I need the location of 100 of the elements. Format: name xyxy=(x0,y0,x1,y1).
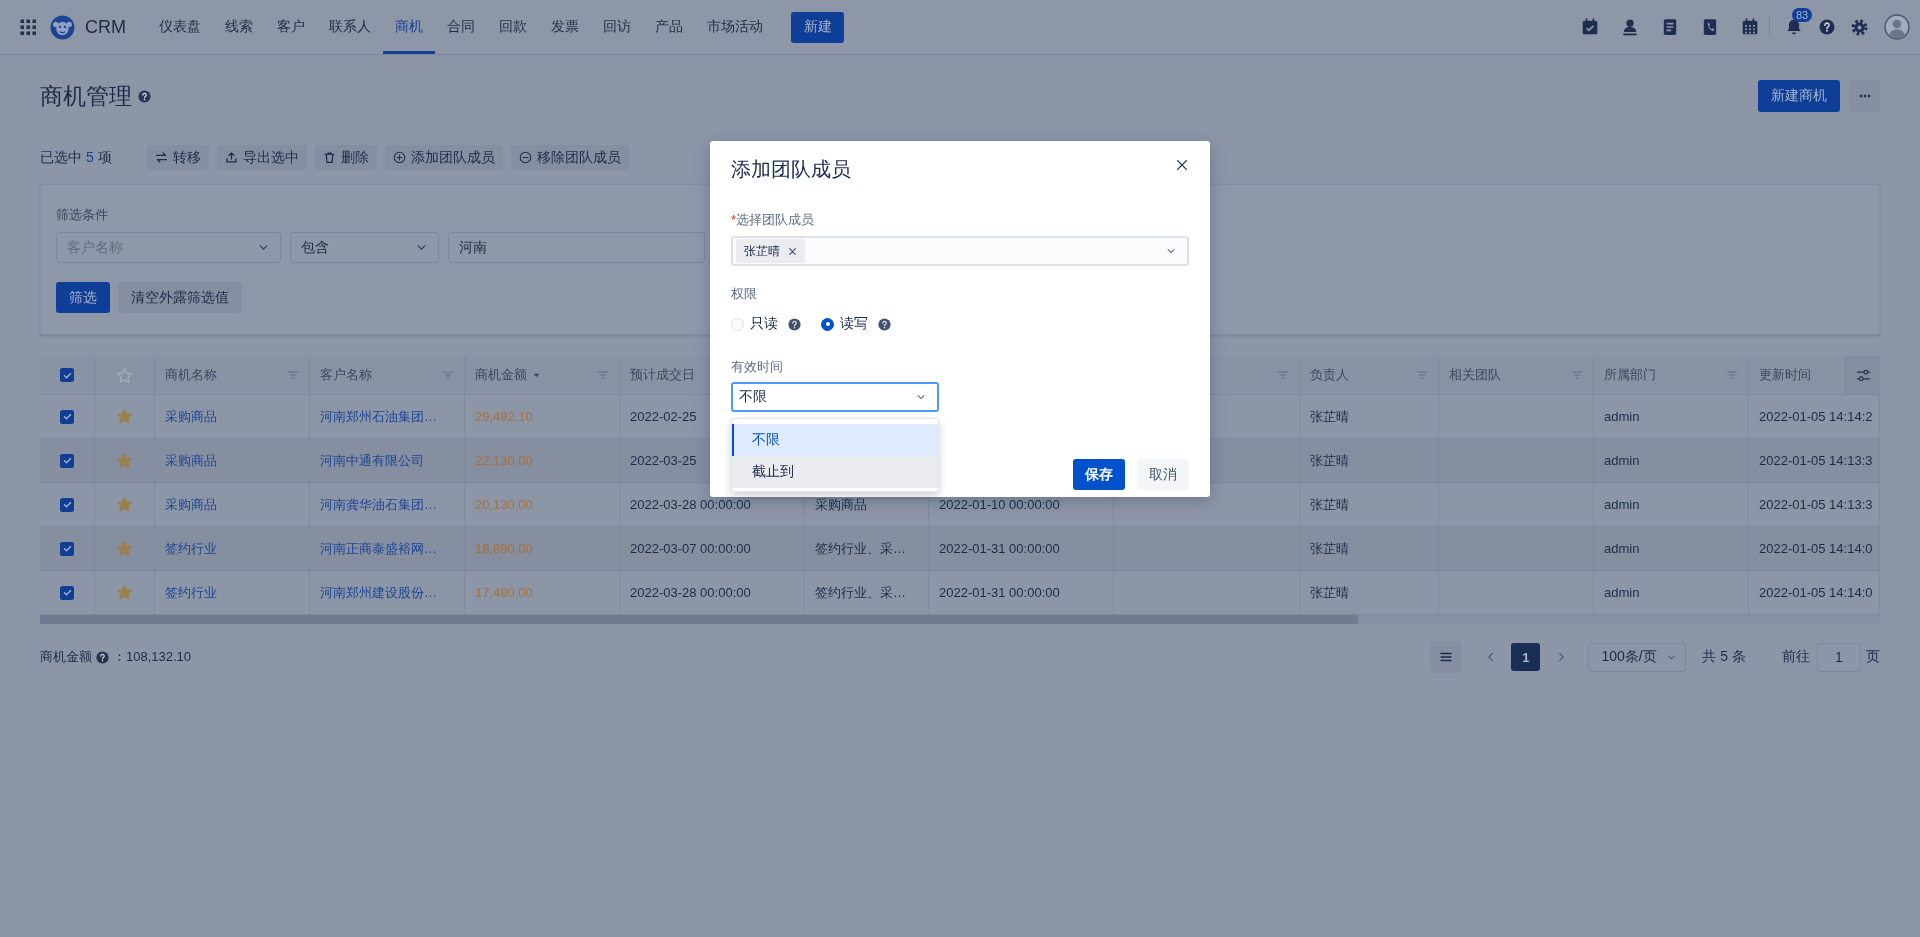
star-outline-icon[interactable] xyxy=(116,366,133,384)
document-icon[interactable] xyxy=(1661,18,1679,36)
select-all-checkbox[interactable] xyxy=(60,368,74,382)
member-select-field[interactable]: 张芷晴 xyxy=(731,236,1189,266)
radio-button[interactable] xyxy=(821,317,834,331)
cancel-button[interactable]: 取消 xyxy=(1137,459,1189,490)
customer-link[interactable]: 河南龚华油石集团… xyxy=(320,495,437,514)
bulk-action-button[interactable]: 删除 xyxy=(315,145,377,170)
total-count-text: 共 5 条 xyxy=(1702,648,1746,666)
scrollbar-thumb[interactable] xyxy=(40,615,1358,624)
customer-link[interactable]: 河南正商泰盛裕网… xyxy=(320,539,437,558)
customer-link[interactable]: 河南中通有限公司 xyxy=(320,451,424,470)
bulk-action-button[interactable]: 导出选中 xyxy=(217,145,307,170)
dialog-title: 添加团队成员 xyxy=(731,157,851,182)
goto-label: 前往 xyxy=(1782,648,1810,666)
table-cell: admin xyxy=(1594,527,1749,571)
nav-tab[interactable]: 合同 xyxy=(435,0,487,54)
table-cell: 2022-03-07 00:00:00 xyxy=(620,527,805,571)
opportunity-link[interactable]: 采购商品 xyxy=(165,407,217,426)
list-view-button[interactable] xyxy=(1430,641,1462,673)
opportunity-link[interactable]: 采购商品 xyxy=(165,495,217,514)
star-icon[interactable] xyxy=(116,496,133,513)
nav-tab[interactable]: 产品 xyxy=(643,0,695,54)
column-header[interactable]: 商机名称 xyxy=(155,356,310,395)
member-tag[interactable]: 张芷晴 xyxy=(736,239,805,263)
radio-label[interactable]: 只读 xyxy=(750,315,778,333)
column-header[interactable]: 负责人 xyxy=(1300,356,1439,395)
new-button[interactable]: 新建 xyxy=(791,11,844,43)
page-title: 商机管理 xyxy=(40,81,132,111)
customer-link[interactable]: 河南郑州建设股份… xyxy=(320,583,437,602)
nav-tab[interactable]: 线索 xyxy=(213,0,265,54)
trash-icon xyxy=(323,151,336,164)
dropdown-option[interactable]: 不限 xyxy=(732,424,938,456)
row-checkbox[interactable] xyxy=(60,541,74,556)
goto-page-input[interactable]: 1 xyxy=(1817,642,1861,672)
nav-tab[interactable]: 发票 xyxy=(539,0,591,54)
nav-tab[interactable]: 市场活动 xyxy=(695,0,775,54)
calendar-icon[interactable] xyxy=(1741,18,1759,36)
nav-tab[interactable]: 联系人 xyxy=(317,0,383,54)
star-icon[interactable] xyxy=(116,540,133,557)
close-icon[interactable] xyxy=(788,246,797,256)
clear-filter-button[interactable]: 清空外露筛选值 xyxy=(118,282,242,313)
row-checkbox[interactable] xyxy=(60,585,74,600)
swap-arrows-icon xyxy=(155,151,168,164)
column-header[interactable]: 所属部门 xyxy=(1594,356,1749,395)
row-checkbox[interactable] xyxy=(60,409,74,424)
opportunity-link[interactable]: 签约行业 xyxy=(165,583,217,602)
settings-icon[interactable] xyxy=(1851,18,1868,36)
new-opportunity-button[interactable]: 新建商机 xyxy=(1758,80,1840,112)
column-header[interactable]: 客户名称 xyxy=(310,356,465,395)
row-checkbox[interactable] xyxy=(60,497,74,512)
valid-time-select[interactable]: 不限 xyxy=(731,382,939,412)
check-icon xyxy=(61,411,73,422)
page-unit-label: 页 xyxy=(1866,648,1880,666)
page-size-select[interactable]: 100条/页 xyxy=(1588,642,1687,672)
sliders-icon xyxy=(1855,367,1871,383)
summary-value: ：108,132.10 xyxy=(113,648,192,666)
star-icon[interactable] xyxy=(116,408,133,425)
bulk-action-button[interactable]: 移除团队成员 xyxy=(511,145,629,170)
page-number-button[interactable]: 1 xyxy=(1511,643,1541,671)
nav-tab[interactable]: 客户 xyxy=(265,0,317,54)
plus-circle-icon xyxy=(393,151,406,164)
customer-link[interactable]: 河南郑州石油集团… xyxy=(320,407,437,426)
star-icon[interactable] xyxy=(116,452,133,469)
column-header[interactable]: 相关团队 xyxy=(1439,356,1594,395)
filter-operator-select[interactable]: 包含 xyxy=(290,232,439,263)
dropdown-option[interactable]: 截止到 xyxy=(732,456,938,488)
opportunity-link[interactable]: 签约行业 xyxy=(165,539,217,558)
nav-tab[interactable]: 商机 xyxy=(383,0,435,54)
grid-icon[interactable] xyxy=(20,19,36,35)
bell-icon[interactable] xyxy=(1785,18,1803,36)
radio-label[interactable]: 读写 xyxy=(840,315,868,333)
avatar-icon[interactable] xyxy=(1884,14,1910,40)
row-checkbox[interactable] xyxy=(60,453,74,468)
column-header[interactable]: 商机金额 xyxy=(465,356,620,395)
horizontal-scrollbar[interactable] xyxy=(40,615,1880,624)
logo-icon xyxy=(50,14,75,40)
bulk-action-button[interactable]: 转移 xyxy=(147,145,209,170)
phone-book-icon[interactable] xyxy=(1701,18,1719,36)
nav-tab[interactable]: 仪表盘 xyxy=(147,0,213,54)
nav-tab[interactable]: 回访 xyxy=(591,0,643,54)
calendar-check-icon[interactable] xyxy=(1581,18,1599,36)
table-cell: 18,890.00 xyxy=(465,527,620,571)
save-button[interactable]: 保存 xyxy=(1073,459,1125,490)
bulk-action-button[interactable]: 添加团队成员 xyxy=(385,145,503,170)
star-icon[interactable] xyxy=(116,584,133,601)
help-icon xyxy=(878,317,891,331)
notification-badge: 83 xyxy=(1792,8,1813,22)
table-cell: 签约行业、采… xyxy=(805,527,929,571)
minus-circle-icon xyxy=(519,151,532,164)
close-icon[interactable] xyxy=(1175,158,1189,172)
filter-button[interactable]: 筛选 xyxy=(56,282,110,313)
opportunity-link[interactable]: 采购商品 xyxy=(165,451,217,470)
column-settings-button[interactable] xyxy=(1846,356,1880,395)
check-icon xyxy=(61,543,73,554)
table-cell: 张芷晴 xyxy=(1300,527,1439,571)
filter-value-input[interactable]: 河南 xyxy=(448,232,705,263)
nav-tab[interactable]: 回款 xyxy=(487,0,539,54)
check-icon xyxy=(61,499,73,510)
person-icon[interactable] xyxy=(1621,18,1639,36)
